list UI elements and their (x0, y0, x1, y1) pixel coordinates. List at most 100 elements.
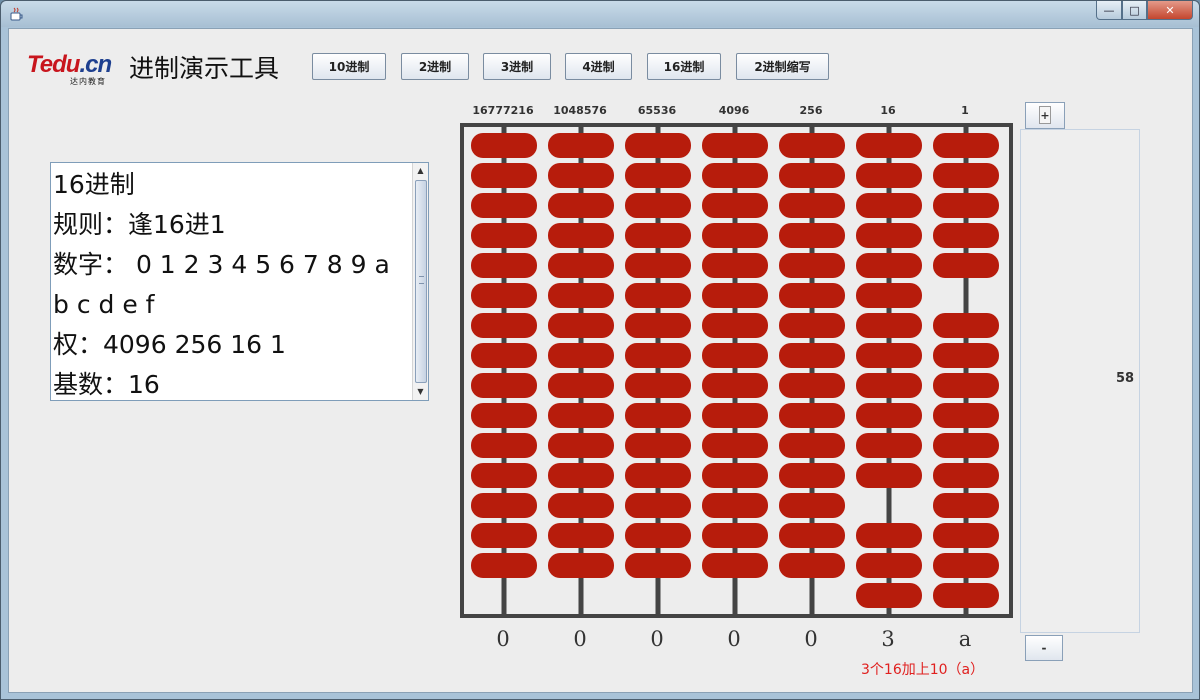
abacus-bead[interactable] (933, 493, 999, 518)
base-4-button[interactable]: 4进制 (565, 53, 632, 80)
base-2-abbrev-button[interactable]: 2进制缩写 (736, 53, 829, 80)
abacus-bead[interactable] (548, 283, 614, 308)
decrement-button[interactable]: - (1025, 635, 1063, 661)
abacus-bead[interactable] (625, 463, 691, 488)
abacus-bead[interactable] (702, 253, 768, 278)
abacus-bead[interactable] (702, 133, 768, 158)
abacus-bead[interactable] (471, 163, 537, 188)
abacus-bead[interactable] (471, 373, 537, 398)
abacus-bead[interactable] (548, 433, 614, 458)
abacus-bead[interactable] (702, 193, 768, 218)
title-bar[interactable]: — □ ✕ (1, 1, 1199, 27)
abacus-bead[interactable] (548, 373, 614, 398)
abacus-bead[interactable] (548, 193, 614, 218)
abacus-bead[interactable] (933, 583, 999, 608)
abacus-bead[interactable] (625, 133, 691, 158)
abacus-bead[interactable] (548, 253, 614, 278)
abacus-bead[interactable] (471, 523, 537, 548)
abacus-bead[interactable] (702, 403, 768, 428)
abacus-bead[interactable] (548, 523, 614, 548)
abacus-bead[interactable] (856, 283, 922, 308)
increment-button[interactable]: + (1025, 102, 1065, 129)
abacus-bead[interactable] (933, 403, 999, 428)
abacus-bead[interactable] (702, 163, 768, 188)
abacus-bead[interactable] (856, 463, 922, 488)
abacus-bead[interactable] (471, 403, 537, 428)
abacus-bead[interactable] (933, 553, 999, 578)
abacus-bead[interactable] (933, 523, 999, 548)
abacus-bead[interactable] (471, 343, 537, 368)
abacus-bead[interactable] (856, 433, 922, 458)
minimize-button[interactable]: — (1096, 1, 1122, 20)
abacus-bead[interactable] (856, 523, 922, 548)
base-10-button[interactable]: 10进制 (312, 53, 386, 80)
abacus-bead[interactable] (933, 223, 999, 248)
abacus-bead[interactable] (625, 163, 691, 188)
abacus-bead[interactable] (779, 313, 845, 338)
abacus-bead[interactable] (779, 523, 845, 548)
abacus-bead[interactable] (933, 463, 999, 488)
abacus-bead[interactable] (625, 193, 691, 218)
abacus-bead[interactable] (471, 133, 537, 158)
abacus-bead[interactable] (702, 553, 768, 578)
maximize-button[interactable]: □ (1122, 1, 1147, 20)
abacus-bead[interactable] (625, 493, 691, 518)
abacus-bead[interactable] (779, 253, 845, 278)
abacus-bead[interactable] (856, 163, 922, 188)
abacus-bead[interactable] (702, 313, 768, 338)
abacus-bead[interactable] (702, 493, 768, 518)
abacus-bead[interactable] (779, 493, 845, 518)
abacus-bead[interactable] (625, 283, 691, 308)
abacus-bead[interactable] (625, 373, 691, 398)
info-textarea[interactable]: 16进制 规则：逢16进1 数字： 0 1 2 3 4 5 6 7 8 9 a … (50, 162, 429, 401)
abacus-bead[interactable] (625, 433, 691, 458)
abacus-bead[interactable] (933, 163, 999, 188)
base-3-button[interactable]: 3进制 (483, 53, 551, 80)
abacus-bead[interactable] (856, 313, 922, 338)
abacus-bead[interactable] (856, 193, 922, 218)
abacus-bead[interactable] (471, 253, 537, 278)
abacus-bead[interactable] (471, 463, 537, 488)
abacus-bead[interactable] (779, 193, 845, 218)
abacus-bead[interactable] (548, 463, 614, 488)
abacus-bead[interactable] (933, 133, 999, 158)
abacus-bead[interactable] (779, 553, 845, 578)
abacus-bead[interactable] (625, 313, 691, 338)
abacus-bead[interactable] (933, 343, 999, 368)
abacus-bead[interactable] (856, 373, 922, 398)
abacus-bead[interactable] (548, 343, 614, 368)
abacus-bead[interactable] (548, 493, 614, 518)
abacus-bead[interactable] (471, 313, 537, 338)
abacus-bead[interactable] (933, 193, 999, 218)
abacus-bead[interactable] (548, 163, 614, 188)
abacus[interactable] (460, 123, 1016, 623)
base-2-button[interactable]: 2进制 (401, 53, 469, 80)
abacus-bead[interactable] (548, 553, 614, 578)
abacus-bead[interactable] (625, 343, 691, 368)
abacus-bead[interactable] (779, 373, 845, 398)
abacus-bead[interactable] (471, 553, 537, 578)
abacus-bead[interactable] (702, 433, 768, 458)
info-scrollbar[interactable]: ▲ ▼ (412, 163, 428, 400)
abacus-bead[interactable] (856, 403, 922, 428)
abacus-bead[interactable] (471, 433, 537, 458)
abacus-bead[interactable] (779, 343, 845, 368)
abacus-bead[interactable] (856, 553, 922, 578)
abacus-bead[interactable] (933, 253, 999, 278)
base-16-button[interactable]: 16进制 (647, 53, 721, 80)
close-button[interactable]: ✕ (1147, 1, 1193, 20)
abacus-bead[interactable] (856, 253, 922, 278)
abacus-bead[interactable] (779, 433, 845, 458)
abacus-bead[interactable] (779, 163, 845, 188)
abacus-bead[interactable] (702, 463, 768, 488)
abacus-bead[interactable] (471, 493, 537, 518)
abacus-bead[interactable] (779, 283, 845, 308)
abacus-bead[interactable] (702, 283, 768, 308)
abacus-bead[interactable] (548, 133, 614, 158)
abacus-bead[interactable] (625, 223, 691, 248)
abacus-bead[interactable] (933, 313, 999, 338)
abacus-bead[interactable] (471, 193, 537, 218)
abacus-bead[interactable] (856, 133, 922, 158)
abacus-bead[interactable] (625, 553, 691, 578)
abacus-bead[interactable] (779, 133, 845, 158)
